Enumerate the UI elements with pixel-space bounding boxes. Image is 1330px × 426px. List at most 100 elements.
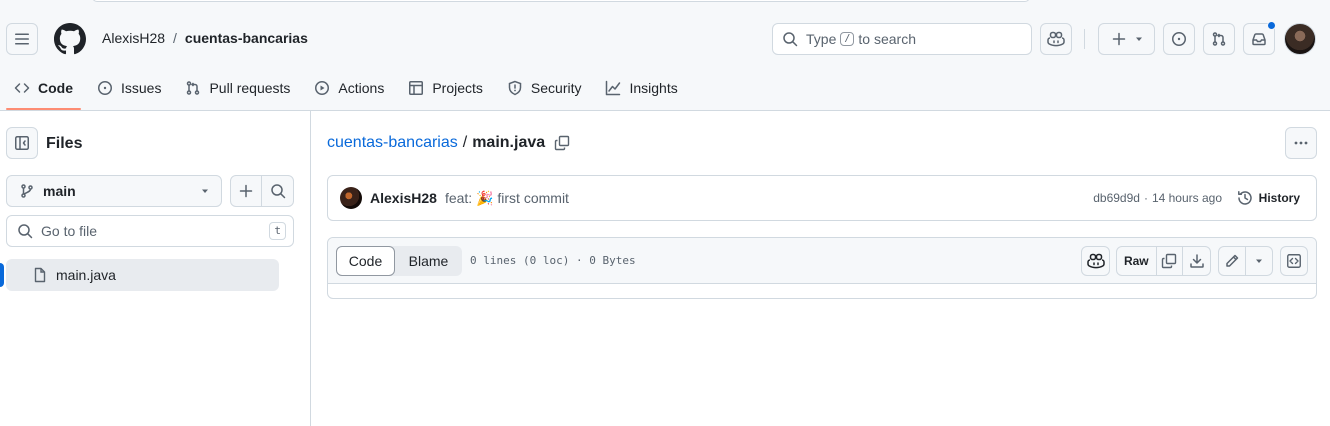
repo-breadcrumb: AlexisH28 / cuentas-bancarias [102,30,308,46]
file-path-breadcrumb: cuentas-bancarias / main.java [327,134,570,152]
tab-label: Issues [121,80,162,96]
history-button[interactable]: History [1237,190,1300,206]
copilot-button[interactable] [1040,23,1072,55]
breadcrumb-separator: / [173,30,177,46]
user-avatar[interactable] [1284,23,1316,55]
commit-message[interactable]: feat: 🎉 first commit [445,190,569,207]
raw-actions-group: Raw [1116,246,1211,276]
tab-label: Security [530,80,582,96]
files-heading: Files [46,135,83,152]
kebab-horizontal-icon [1294,141,1308,145]
your-pull-requests-button[interactable] [1203,23,1235,55]
create-new-button[interactable] [1098,23,1155,55]
branch-selector[interactable]: main [6,175,222,207]
repo-link[interactable]: cuentas-bancarias [185,30,308,46]
issue-icon [98,81,112,95]
file-actions-group [230,175,294,207]
pencil-icon [1226,254,1239,267]
commit-meta: db69d9d · 14 hours ago [1093,191,1222,205]
your-issues-button[interactable] [1163,23,1195,55]
header-divider [1084,29,1085,49]
owner-link[interactable]: AlexisH28 [102,30,165,46]
file-header: Code Blame 0 lines (0 loc) · 0 Bytes Raw [328,238,1316,284]
plus-icon [1112,32,1125,46]
graph-icon [606,80,621,96]
repo-nav-tabs: Code Issues Pull requests Actions Projec… [6,72,694,110]
file-icon [34,267,46,283]
tab-pull-requests[interactable]: Pull requests [177,72,298,104]
file-info: 0 lines (0 loc) · 0 Bytes [470,254,636,267]
table-icon [409,81,424,95]
ask-copilot-button[interactable] [1081,246,1110,276]
tab-label: Actions [338,80,385,96]
file-tree-sidebar: Files main Go to file t main.java [0,111,311,426]
selected-file-indicator [0,263,4,287]
sidebar-collapse-icon [15,136,29,150]
path-repo-link[interactable]: cuentas-bancarias [327,134,458,152]
notification-indicator [1267,21,1276,30]
file-tree-item-label: main.java [56,267,116,283]
tab-actions[interactable]: Actions [306,72,392,104]
go-to-file-placeholder: Go to file [41,223,98,239]
copy-raw-button[interactable] [1157,247,1184,275]
code-view-button[interactable]: Code [336,246,395,276]
play-icon [315,81,330,95]
browser-top-strip [92,0,1030,2]
search-code-button[interactable] [262,176,293,206]
tab-label: Projects [432,80,483,96]
tab-issues[interactable]: Issues [89,72,169,104]
commit-author-avatar[interactable] [340,187,362,209]
tab-label: Code [38,80,73,96]
collapse-file-tree-button[interactable] [6,127,38,159]
search-icon [18,224,33,239]
tab-code[interactable]: Code [6,72,81,110]
code-icon [14,83,30,93]
hamburger-icon [15,33,29,45]
search-shortcut-key: / [840,32,855,46]
copilot-icon [1086,253,1105,269]
branch-name: main [43,183,76,199]
copy-icon [1162,253,1177,269]
more-options-button[interactable] [1285,127,1317,159]
edit-actions-group [1218,246,1273,276]
menu-button[interactable] [6,23,38,55]
commit-meta-separator: · [1143,191,1148,205]
download-raw-button[interactable] [1183,247,1210,275]
git-branch-icon [21,184,33,198]
raw-button[interactable]: Raw [1117,247,1157,275]
path-file-name: main.java [472,134,546,151]
download-icon [1189,254,1204,268]
pull-request-icon [187,81,200,95]
search-icon [783,32,798,47]
plus-icon [239,184,253,198]
code-square-icon [1287,254,1301,268]
tab-insights[interactable]: Insights [597,72,685,104]
search-placeholder-prefix: Type [806,31,837,47]
edit-options-dropdown[interactable] [1246,247,1272,275]
tab-security[interactable]: Security [499,72,590,104]
add-file-button[interactable] [231,176,263,206]
copilot-icon [1047,31,1065,47]
search-input[interactable]: Type / to search [772,23,1032,55]
commit-hash[interactable]: db69d9d [1093,191,1140,205]
triangle-down-icon [1256,259,1263,263]
latest-commit-bar: AlexisH28 feat: 🎉 first commit db69d9d ·… [327,175,1317,221]
copy-icon [554,135,570,151]
commit-time: 14 hours ago [1151,191,1222,205]
copy-path-button[interactable] [554,135,570,151]
search-icon [270,184,285,199]
symbols-panel-button[interactable] [1280,246,1308,276]
edit-file-button[interactable] [1219,247,1247,275]
file-content-box: Code Blame 0 lines (0 loc) · 0 Bytes Raw [327,237,1317,299]
history-label: History [1258,191,1300,205]
triangle-down-icon [1135,37,1142,41]
github-logo-icon[interactable] [54,23,86,55]
tab-label: Pull requests [209,80,291,96]
view-mode-toggle: Code Blame [336,246,462,276]
triangle-down-icon [202,189,208,193]
blame-view-button[interactable]: Blame [395,246,462,276]
tab-projects[interactable]: Projects [400,72,491,104]
commit-author[interactable]: AlexisH28 [370,190,437,206]
file-tree-item[interactable]: main.java [6,259,279,291]
go-to-file-input[interactable]: Go to file t [6,215,294,247]
